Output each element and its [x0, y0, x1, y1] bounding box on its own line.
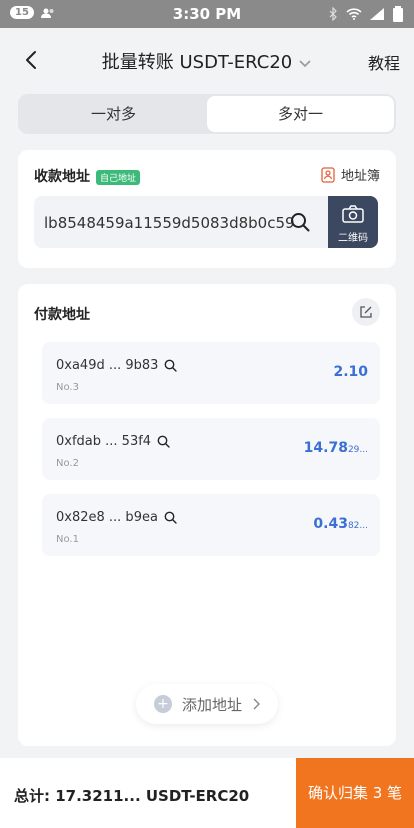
receive-title-text: 收款地址: [34, 169, 90, 185]
search-icon[interactable]: [157, 435, 170, 448]
pay-item-address-text: 0xa49d ... 9b83: [56, 358, 159, 373]
pay-item-amount-suffix: 82...: [347, 521, 368, 531]
receive-card: 收款地址 自己地址 地址簿 lb8548459a11559d5083d8b0c59…: [18, 150, 396, 268]
edit-icon: [360, 306, 372, 318]
qr-scan-button[interactable]: 二维码: [328, 196, 378, 248]
pay-item-amount-value: 2.10: [333, 364, 368, 380]
search-icon[interactable]: [290, 212, 310, 232]
status-bar: 15 3:30 PM: [0, 0, 414, 28]
pay-item-no: No.3: [56, 382, 79, 393]
pay-item-address-text: 0xfdab ... 53f4: [56, 434, 152, 449]
pay-item-amount-value: 14.78: [303, 440, 348, 456]
pay-item-address: 0xa49d ... 9b83: [56, 358, 178, 373]
wifi-icon: [346, 8, 362, 20]
self-address-tag: 自己地址: [96, 169, 141, 185]
nav-bar: 批量转账 USDT-ERC20 教程: [0, 28, 414, 92]
page-title[interactable]: 批量转账 USDT-ERC20: [0, 48, 414, 74]
pay-item-no: No.1: [56, 534, 79, 545]
signal-icon: [370, 8, 384, 20]
pay-item-address: 0xfdab ... 53f4: [56, 434, 170, 449]
pay-card: 付款地址 0xa49d ... 9b83 No.3 2.10 0xfdab ..…: [18, 284, 396, 746]
mode-tabs: 一对多 多对一: [18, 94, 396, 134]
total-summary: 总计: 17.3211... USDT-ERC20: [14, 787, 250, 805]
pay-item-no: No.2: [56, 458, 79, 469]
pay-item-amount: 2.10: [333, 364, 368, 380]
add-address-button[interactable]: + 添加地址: [136, 684, 278, 724]
receive-title: 收款地址 自己地址: [34, 166, 141, 186]
pay-item-address-text: 0x82e8 ... b9ea: [56, 510, 158, 525]
address-book-label: 地址簿: [340, 169, 380, 184]
camera-icon: [342, 205, 364, 223]
contact-book-icon: [321, 166, 335, 183]
confirm-collect-button[interactable]: 确认归集 3 笔: [296, 758, 414, 828]
tab-many-to-one[interactable]: 多对一: [207, 96, 394, 132]
bottom-bar: 总计: 17.3211... USDT-ERC20 确认归集 3 笔: [0, 758, 414, 828]
page-title-text: 批量转账 USDT-ERC20: [101, 52, 293, 73]
add-address-label: 添加地址: [181, 695, 242, 714]
bluetooth-icon: [329, 7, 337, 21]
pay-item-address: 0x82e8 ... b9ea: [56, 510, 177, 525]
battery-icon: [393, 6, 403, 22]
tutorial-link[interactable]: 教程: [368, 50, 400, 74]
pay-item[interactable]: 0xa49d ... 9b83 No.3 2.10: [42, 342, 380, 404]
status-right: [328, 6, 404, 22]
plus-icon: +: [153, 695, 172, 713]
address-book-button[interactable]: 地址簿: [321, 165, 380, 184]
qr-label: 二维码: [338, 233, 368, 244]
pay-item[interactable]: 0xfdab ... 53f4 No.2 14.7829...: [42, 418, 380, 480]
edit-button[interactable]: [352, 298, 380, 326]
pay-item-amount-value: 0.43: [313, 516, 348, 532]
pay-item[interactable]: 0x82e8 ... b9ea No.1 0.4382...: [42, 494, 380, 556]
chevron-right-icon: [253, 698, 260, 710]
receive-address-text: lb8548459a11559d5083d8b0c59: [44, 214, 295, 232]
pay-item-amount: 14.7829...: [304, 440, 368, 456]
search-icon[interactable]: [164, 511, 177, 524]
search-icon[interactable]: [164, 359, 178, 372]
pay-item-amount: 0.4382...: [313, 516, 368, 532]
tab-one-to-many[interactable]: 一对多: [20, 96, 207, 132]
pay-item-amount-suffix: 29...: [347, 445, 368, 455]
chevron-down-icon: [299, 59, 311, 67]
receive-address-field[interactable]: lb8548459a11559d5083d8b0c59 二维码: [34, 196, 378, 248]
pay-title: 付款地址: [34, 307, 90, 323]
